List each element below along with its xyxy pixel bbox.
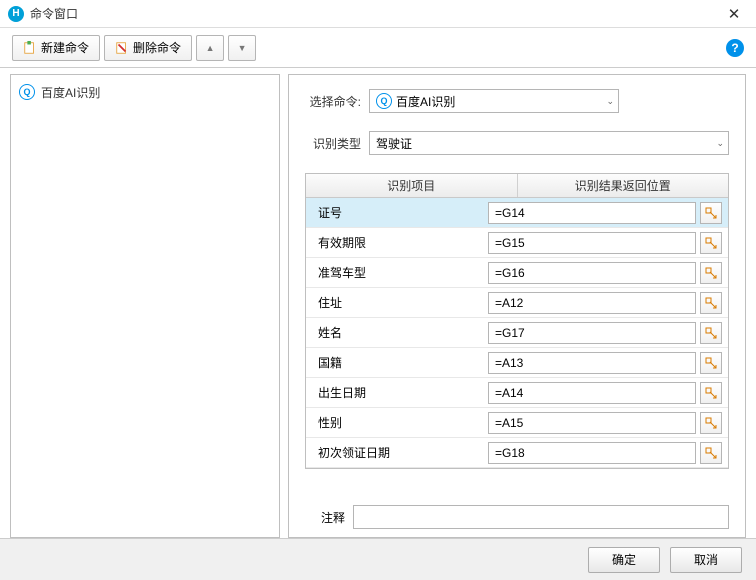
title-bar: H 命令窗口 ✕	[0, 0, 756, 28]
table-row[interactable]: 有效期限=G15	[306, 228, 728, 258]
move-down-button[interactable]: ▼	[228, 35, 256, 61]
cell-picker-icon	[705, 327, 717, 339]
cell-picker-icon	[705, 297, 717, 309]
cell-picker-button[interactable]	[700, 412, 722, 434]
position-input[interactable]: =A15	[488, 412, 696, 434]
tree-item-label: 百度AI识别	[41, 84, 100, 101]
position-input[interactable]: =G17	[488, 322, 696, 344]
comment-label: 注释	[305, 509, 345, 526]
item-cell: 准驾车型	[318, 264, 488, 281]
cell-picker-button[interactable]	[700, 262, 722, 284]
cell-picker-button[interactable]	[700, 292, 722, 314]
items-table: 识别项目 识别结果返回位置 证号=G14有效期限=G15准驾车型=G16住址=A…	[305, 173, 729, 469]
item-cell: 有效期限	[318, 234, 488, 251]
cell-picker-button[interactable]	[700, 202, 722, 224]
table-row[interactable]: 国籍=A13	[306, 348, 728, 378]
toolbar: 新建命令 删除命令 ▲ ▼ ?	[0, 28, 756, 68]
item-cell: 初次领证日期	[318, 444, 488, 461]
cell-picker-icon	[705, 357, 717, 369]
window-title: 命令窗口	[30, 5, 716, 22]
help-button[interactable]: ?	[726, 39, 744, 57]
delete-command-label: 删除命令	[133, 39, 181, 56]
cell-picker-button[interactable]	[700, 382, 722, 404]
search-icon: Q	[19, 84, 35, 100]
chevron-down-icon: ⌄	[606, 96, 614, 107]
arrow-up-icon: ▲	[206, 43, 215, 53]
ok-button[interactable]: 确定	[588, 547, 660, 573]
item-cell: 出生日期	[318, 384, 488, 401]
position-input[interactable]: =G14	[488, 202, 696, 224]
table-row[interactable]: 姓名=G17	[306, 318, 728, 348]
position-input[interactable]: =A14	[488, 382, 696, 404]
tree-item[interactable]: Q 百度AI识别	[19, 81, 271, 103]
command-tree: Q 百度AI识别	[10, 74, 280, 538]
help-icon: ?	[731, 41, 738, 55]
cell-picker-button[interactable]	[700, 322, 722, 344]
cell-picker-icon	[705, 387, 717, 399]
delete-icon	[115, 41, 129, 55]
cell-picker-icon	[705, 417, 717, 429]
search-icon: Q	[376, 93, 392, 109]
item-cell: 姓名	[318, 324, 488, 341]
item-cell: 住址	[318, 294, 488, 311]
move-up-button[interactable]: ▲	[196, 35, 224, 61]
position-input[interactable]: =G18	[488, 442, 696, 464]
table-row[interactable]: 证号=G14	[306, 198, 728, 228]
cell-picker-icon	[705, 207, 717, 219]
position-input[interactable]: =G15	[488, 232, 696, 254]
app-icon: H	[8, 6, 24, 22]
delete-command-button[interactable]: 删除命令	[104, 35, 192, 61]
type-value: 驾驶证	[376, 135, 412, 152]
cell-picker-icon	[705, 267, 717, 279]
cell-picker-icon	[705, 447, 717, 459]
form-pane: 选择命令: Q 百度AI识别 ⌄ 识别类型 驾驶证 ⌄ 识别项目 识别结果返回位…	[288, 74, 746, 538]
type-combo[interactable]: 驾驶证 ⌄	[369, 131, 729, 155]
cancel-button[interactable]: 取消	[670, 547, 742, 573]
table-row[interactable]: 准驾车型=G16	[306, 258, 728, 288]
cell-picker-button[interactable]	[700, 442, 722, 464]
item-cell: 性别	[318, 414, 488, 431]
table-row[interactable]: 性别=A15	[306, 408, 728, 438]
select-command-value: 百度AI识别	[396, 93, 455, 110]
comment-input[interactable]	[353, 505, 729, 529]
cell-picker-button[interactable]	[700, 232, 722, 254]
new-command-button[interactable]: 新建命令	[12, 35, 100, 61]
col-position: 识别结果返回位置	[518, 174, 729, 197]
cell-picker-icon	[705, 237, 717, 249]
chevron-down-icon: ⌄	[716, 138, 724, 149]
position-input[interactable]: =G16	[488, 262, 696, 284]
cell-picker-button[interactable]	[700, 352, 722, 374]
col-item: 识别项目	[306, 174, 518, 197]
select-command-combo[interactable]: Q 百度AI识别 ⌄	[369, 89, 619, 113]
close-button[interactable]: ✕	[716, 1, 752, 27]
new-icon	[23, 41, 37, 55]
position-input[interactable]: =A12	[488, 292, 696, 314]
table-row[interactable]: 出生日期=A14	[306, 378, 728, 408]
table-row[interactable]: 初次领证日期=G18	[306, 438, 728, 468]
table-row[interactable]: 住址=A12	[306, 288, 728, 318]
type-label: 识别类型	[305, 135, 361, 152]
item-cell: 国籍	[318, 354, 488, 371]
table-header: 识别项目 识别结果返回位置	[306, 174, 728, 198]
arrow-down-icon: ▼	[238, 43, 247, 53]
new-command-label: 新建命令	[41, 39, 89, 56]
dialog-footer: 确定 取消	[0, 538, 756, 580]
position-input[interactable]: =A13	[488, 352, 696, 374]
select-command-label: 选择命令:	[305, 93, 361, 110]
item-cell: 证号	[318, 204, 488, 221]
